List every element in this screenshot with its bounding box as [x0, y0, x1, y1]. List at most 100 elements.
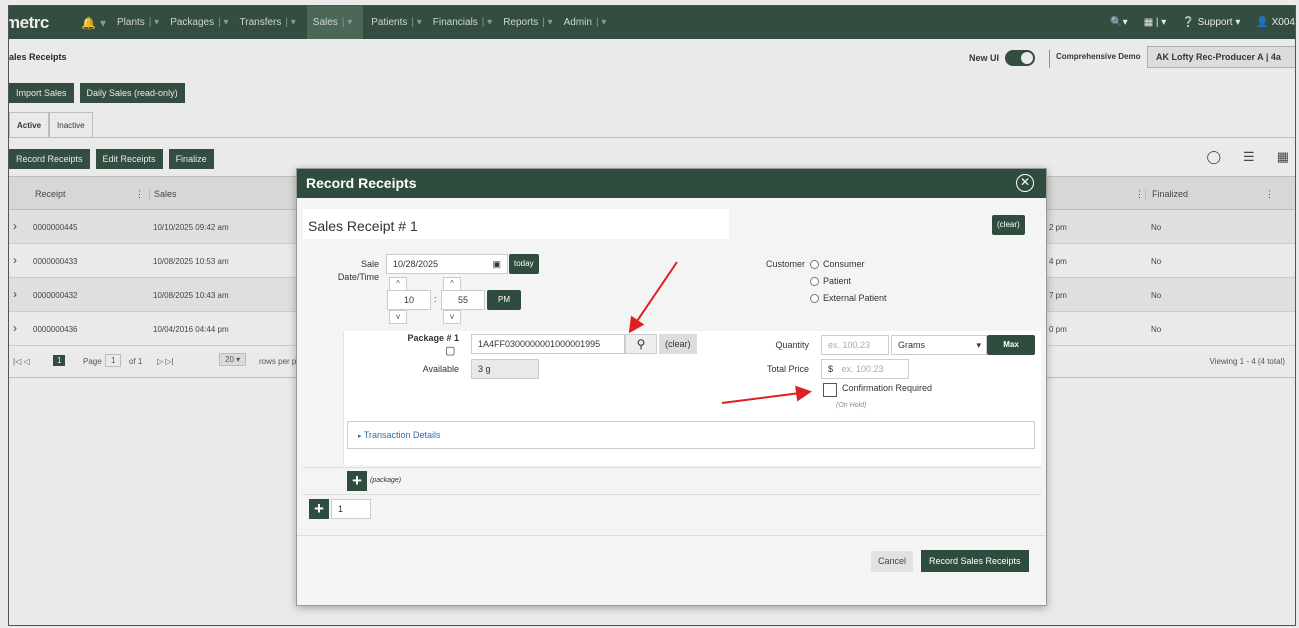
sale-date-value: 10/28/2025: [393, 259, 439, 269]
divider: [303, 494, 1041, 495]
minute-input[interactable]: 55: [441, 290, 485, 310]
currency-symbol: $: [828, 364, 834, 374]
max-button[interactable]: Max: [987, 335, 1035, 355]
new-ui-toggle[interactable]: [1005, 50, 1036, 66]
columns-icon[interactable]: ▦: [1277, 149, 1289, 165]
top-buttons: Import Sales Daily Sales (read-only): [9, 83, 185, 103]
viewing-count: Viewing 1 - 4 (4 total): [1209, 357, 1285, 366]
hour-input[interactable]: 10: [387, 290, 431, 310]
available-label: Available: [422, 364, 459, 374]
expand-icon[interactable]: ›: [13, 287, 17, 301]
unit-select[interactable]: Grams ▾: [891, 335, 987, 355]
sale-date-input[interactable]: 10/28/2025 ▣: [386, 254, 508, 274]
cell-finalized: No: [1151, 223, 1162, 232]
tab-bar: Active Inactive: [9, 112, 93, 138]
radio-external-patient[interactable]: External Patient: [810, 293, 887, 303]
expand-icon[interactable]: ›: [13, 321, 17, 335]
radio-patient[interactable]: Patient: [810, 276, 851, 286]
daily-sales-button[interactable]: Daily Sales (read-only): [79, 83, 185, 103]
page-label: Page: [83, 357, 102, 366]
expand-icon[interactable]: ›: [13, 219, 17, 233]
current-page-badge[interactable]: 1: [53, 355, 66, 366]
support-menu[interactable]: ❔ Support ▾: [1182, 17, 1240, 28]
next-page-icon[interactable]: ▷ ▷|: [157, 357, 174, 366]
close-icon[interactable]: ✕: [1016, 174, 1034, 192]
calendar-icon[interactable]: ▣: [492, 255, 501, 273]
import-sales-button[interactable]: Import Sales: [9, 83, 74, 103]
add-package-button[interactable]: +: [347, 471, 367, 491]
expand-icon[interactable]: ›: [13, 253, 17, 267]
on-hold-note: (On Hold): [836, 402, 867, 409]
column-menu-icon[interactable]: ⋮: [1135, 189, 1144, 200]
document-icon[interactable]: ▦ | ▾: [1144, 17, 1167, 28]
minute-down-icon[interactable]: v: [443, 310, 461, 324]
cancel-button[interactable]: Cancel: [871, 551, 914, 572]
record-sales-receipts-button[interactable]: Record Sales Receipts: [921, 550, 1029, 572]
nav-packages[interactable]: Packages | ▾: [170, 6, 239, 39]
add-package-label: (package): [370, 477, 402, 484]
cell-sales: 10/10/2025 09:42 am: [153, 223, 229, 232]
per-page-select[interactable]: 20 ▾: [219, 353, 247, 366]
hour-up-icon[interactable]: ^: [389, 277, 407, 291]
radio-consumer[interactable]: Consumer: [810, 259, 865, 269]
divider: [297, 535, 1046, 536]
receipt-count-input[interactable]: 1: [331, 499, 371, 519]
grid-tools: ◯ ☰ ▦: [1206, 149, 1289, 165]
column-sales[interactable]: Sales: [149, 189, 177, 199]
quantity-input[interactable]: ex. 100.23: [821, 335, 889, 355]
add-receipt-button[interactable]: +: [309, 499, 329, 519]
price-input[interactable]: $ ex. 100.23: [821, 359, 909, 379]
metrc-logo: metrc: [8, 12, 49, 32]
tab-inactive[interactable]: Inactive: [49, 112, 93, 138]
package-clear-button[interactable]: (clear): [659, 334, 697, 354]
cell-finalized: No: [1151, 325, 1162, 334]
edit-receipts-button[interactable]: Edit Receipts: [95, 149, 163, 169]
nav-reports[interactable]: Reports | ▾: [503, 6, 563, 39]
transaction-details-label: Transaction Details: [363, 430, 441, 440]
hour-down-icon[interactable]: v: [389, 310, 407, 324]
modal-header: Record Receipts ✕: [297, 169, 1046, 198]
record-receipts-button[interactable]: Record Receipts: [9, 149, 90, 169]
finalize-button[interactable]: Finalize: [168, 149, 214, 169]
clear-filter-icon[interactable]: ◯: [1206, 149, 1221, 165]
search-icon[interactable]: 🔍▾: [1110, 17, 1127, 28]
nav-right: 🔍▾ ▦ | ▾ ❔ Support ▾ 👤 X004: [1110, 6, 1295, 39]
facility-selector[interactable]: AK Lofty Rec-Producer A | 4a: [1147, 46, 1295, 68]
clear-receipt-button[interactable]: (clear): [992, 215, 1025, 235]
user-menu[interactable]: 👤 X004: [1256, 17, 1295, 28]
filter-icon[interactable]: ☰: [1243, 149, 1255, 165]
cell-finalized: No: [1151, 257, 1162, 266]
confirmation-label: Confirmation Required: [842, 383, 933, 393]
search-icon[interactable]: ⚲: [625, 334, 657, 354]
record-receipts-modal: Record Receipts ✕ Sales Receipt # 1 (cle…: [296, 168, 1047, 606]
ampm-toggle[interactable]: PM: [487, 290, 521, 310]
bell-icon[interactable]: 🔔 ▾: [81, 6, 117, 39]
package-input[interactable]: 1A4FF0300000001000001995: [471, 334, 625, 354]
tab-divider: [9, 137, 1295, 138]
column-menu-icon[interactable]: ⋮: [135, 189, 144, 200]
package-box-icon: ▢: [445, 345, 456, 357]
confirmation-checkbox[interactable]: [823, 383, 837, 397]
today-button[interactable]: today: [509, 254, 539, 274]
minute-up-icon[interactable]: ^: [443, 277, 461, 291]
radio-dot: [810, 259, 819, 269]
customer-label: Customer: [765, 259, 805, 269]
tab-active[interactable]: Active: [9, 112, 50, 138]
nav-admin[interactable]: Admin | ▾: [564, 6, 618, 39]
first-page-icon[interactable]: |◁ ◁: [13, 357, 30, 366]
available-value: 3 g: [471, 359, 539, 379]
nav-sales[interactable]: Sales | ▾: [306, 6, 364, 39]
nav-financials[interactable]: Financials | ▾: [433, 6, 503, 39]
column-receipt[interactable]: Receipt: [35, 189, 66, 199]
cell-time: 4 pm: [1049, 257, 1067, 266]
column-menu-icon[interactable]: ⋮: [1265, 189, 1274, 200]
column-finalized[interactable]: Finalized: [1145, 189, 1188, 199]
transaction-details-toggle[interactable]: ▸ Transaction Details: [347, 421, 1035, 449]
cell-receipt: 0000000432: [33, 291, 78, 300]
nav-plants[interactable]: Plants | ▾: [117, 6, 170, 39]
page-input[interactable]: 1: [105, 354, 122, 367]
time-separator: :: [434, 294, 437, 304]
chevron-down-icon: ▾: [976, 340, 981, 350]
nav-patients[interactable]: Patients | ▾: [371, 6, 433, 39]
nav-transfers[interactable]: Transfers | ▾: [240, 6, 307, 39]
